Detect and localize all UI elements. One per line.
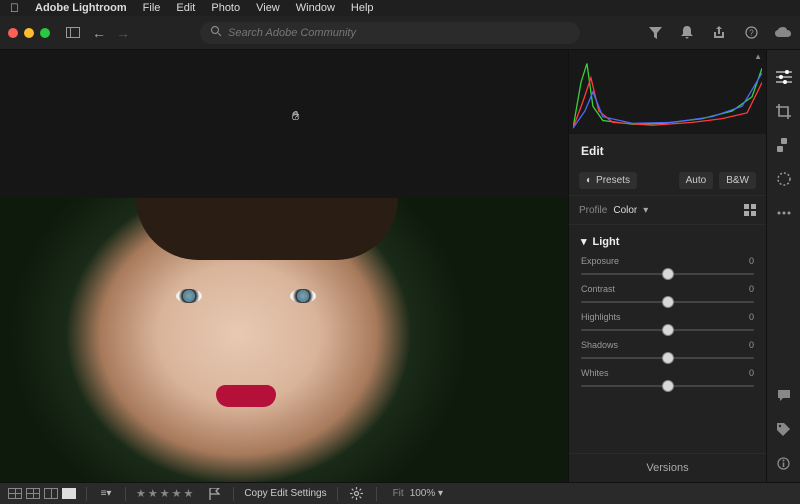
- shadows-slider[interactable]: Shadows0: [569, 338, 766, 366]
- minimize-window-button[interactable]: [24, 28, 34, 38]
- flag-icon[interactable]: [205, 485, 223, 503]
- toolbar: ← → Search Adobe Community ?: [0, 16, 800, 50]
- divider: [86, 487, 87, 501]
- fullscreen-window-button[interactable]: [40, 28, 50, 38]
- slider-thumb[interactable]: [662, 352, 674, 364]
- single-view-button[interactable]: [62, 488, 76, 499]
- zoom-value[interactable]: 100% ▾: [410, 488, 443, 499]
- search-placeholder: Search Adobe Community: [228, 27, 356, 39]
- divider: [125, 487, 126, 501]
- menu-photo[interactable]: Photo: [211, 2, 240, 14]
- compare-view-button[interactable]: [44, 488, 58, 499]
- whites-slider[interactable]: Whites0: [569, 366, 766, 394]
- chevron-down-icon: ▾: [581, 235, 587, 248]
- versions-button[interactable]: Versions: [569, 453, 766, 482]
- presets-button[interactable]: ◐ Presets: [579, 172, 637, 189]
- slider-thumb[interactable]: [662, 296, 674, 308]
- profile-browser-icon[interactable]: [744, 204, 756, 216]
- app-name[interactable]: Adobe Lightroom: [35, 2, 127, 14]
- light-section-header[interactable]: ▾ Light: [569, 225, 766, 254]
- hand-cursor-icon: ✋︎: [292, 108, 299, 124]
- info-icon[interactable]: [775, 454, 793, 472]
- menu-help[interactable]: Help: [351, 2, 374, 14]
- photo-region: [290, 289, 316, 303]
- edit-panel-title: Edit: [569, 134, 766, 166]
- chevron-down-icon: ▾: [438, 488, 443, 499]
- menu-file[interactable]: File: [143, 2, 161, 14]
- profile-row[interactable]: Profile Color ▾: [569, 195, 766, 225]
- presets-icon: ◐: [586, 175, 592, 186]
- view-mode-group: [8, 488, 76, 499]
- zoom-fit-button[interactable]: Fit: [393, 488, 404, 499]
- photo-region: [216, 385, 276, 407]
- tool-rail: [766, 50, 800, 482]
- panel-toggle-icon[interactable]: [64, 24, 82, 42]
- filter-icon[interactable]: [646, 24, 664, 42]
- settings-gear-icon[interactable]: [348, 485, 366, 503]
- bell-icon[interactable]: [678, 24, 696, 42]
- copy-edit-settings-button[interactable]: Copy Edit Settings: [244, 488, 326, 499]
- nav-forward-button[interactable]: →: [116, 25, 130, 41]
- main-area: ✋︎ ▲ Edit ◐ Presets Auto B&W: [0, 50, 800, 482]
- divider: [233, 487, 234, 501]
- photo-region: [136, 198, 397, 260]
- search-input[interactable]: Search Adobe Community: [200, 22, 580, 44]
- slider-thumb[interactable]: [662, 268, 674, 280]
- share-icon[interactable]: [710, 24, 728, 42]
- menu-edit[interactable]: Edit: [176, 2, 195, 14]
- grid-view-button[interactable]: [8, 488, 22, 499]
- cloud-sync-icon[interactable]: [774, 24, 792, 42]
- nav-back-button[interactable]: ←: [92, 25, 106, 41]
- bottom-bar: ≡▾ ★★★★★ Copy Edit Settings Fit 100% ▾: [0, 482, 800, 504]
- slider-thumb[interactable]: [662, 324, 674, 336]
- menu-window[interactable]: Window: [296, 2, 335, 14]
- sort-icon[interactable]: ≡▾: [97, 485, 115, 503]
- window-controls: [8, 28, 50, 38]
- rating-stars[interactable]: ★★★★★: [136, 487, 195, 500]
- contrast-slider[interactable]: Contrast0: [569, 282, 766, 310]
- search-icon: [210, 25, 222, 40]
- photo-region: [176, 289, 202, 303]
- divider: [376, 487, 377, 501]
- help-icon[interactable]: ?: [742, 24, 760, 42]
- svg-text:?: ?: [749, 29, 754, 38]
- chevron-down-icon: ▾: [643, 205, 648, 216]
- crop-icon[interactable]: [775, 102, 793, 120]
- bw-button[interactable]: B&W: [719, 172, 756, 189]
- divider: [337, 487, 338, 501]
- histogram-collapse-icon[interactable]: ▲: [754, 52, 762, 61]
- comment-icon[interactable]: [775, 386, 793, 404]
- menu-view[interactable]: View: [256, 2, 280, 14]
- edit-panel: ▲ Edit ◐ Presets Auto B&W Profile Color …: [568, 50, 766, 482]
- auto-button[interactable]: Auto: [679, 172, 714, 189]
- profile-label: Profile: [579, 205, 607, 216]
- histogram[interactable]: ▲: [569, 50, 766, 134]
- edit-sliders-icon[interactable]: [775, 68, 793, 86]
- photo-content[interactable]: [0, 198, 568, 482]
- masking-icon[interactable]: [775, 170, 793, 188]
- grid-large-view-button[interactable]: [26, 488, 40, 499]
- tag-icon[interactable]: [775, 420, 793, 438]
- photo-viewer[interactable]: ✋︎: [0, 50, 568, 482]
- viewer-empty-area: ✋︎: [0, 50, 568, 198]
- highlights-slider[interactable]: Highlights0: [569, 310, 766, 338]
- profile-value: Color: [613, 205, 637, 216]
- slider-thumb[interactable]: [662, 380, 674, 392]
- exposure-slider[interactable]: Exposure0: [569, 254, 766, 282]
- more-icon[interactable]: [775, 204, 793, 222]
- close-window-button[interactable]: [8, 28, 18, 38]
- healing-brush-icon[interactable]: [775, 136, 793, 154]
- apple-menu-icon[interactable]: : [10, 1, 19, 15]
- menubar:  Adobe Lightroom File Edit Photo View W…: [0, 0, 800, 16]
